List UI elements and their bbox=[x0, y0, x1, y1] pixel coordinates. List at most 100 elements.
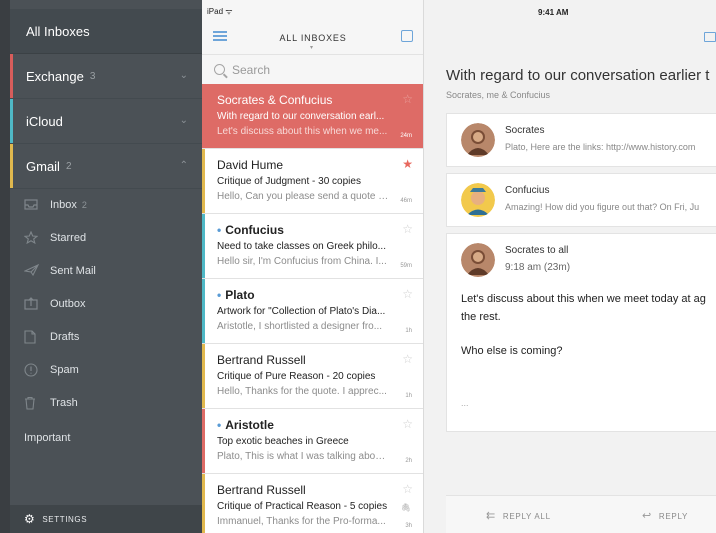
star-icon[interactable]: ☆ bbox=[402, 417, 413, 431]
account-color-tag bbox=[10, 144, 13, 188]
message-time: 24m bbox=[400, 133, 412, 139]
unread-dot-icon: • bbox=[217, 288, 222, 302]
compose-icon[interactable] bbox=[401, 30, 413, 42]
account-color-tag bbox=[202, 279, 205, 343]
reply-all-button[interactable]: ⇇ REPLY ALL bbox=[486, 509, 551, 522]
folder-label: Outbox bbox=[50, 297, 86, 310]
message-sender: • Confucius bbox=[217, 223, 410, 237]
search-field[interactable]: Search bbox=[202, 54, 423, 84]
settings-label: SETTINGS bbox=[42, 514, 88, 524]
reply-button[interactable]: ↩ REPLY bbox=[642, 509, 688, 522]
sidebar-item-all-inboxes[interactable]: All Inboxes bbox=[10, 9, 202, 54]
sidebar-item-sent-mail[interactable]: Sent Mail bbox=[10, 254, 202, 287]
reply-label: REPLY bbox=[658, 512, 689, 521]
message-subject: Need to take classes on Greek philo... bbox=[217, 241, 386, 252]
account-color-tag bbox=[10, 54, 13, 98]
paper-plane-icon bbox=[23, 263, 40, 278]
list-item[interactable]: • Plato Artwork for "Collection of Plato'… bbox=[202, 279, 423, 344]
message-sender: • Aristotle bbox=[217, 418, 410, 432]
star-icon[interactable]: ☆ bbox=[402, 352, 413, 366]
message-sender: Bertrand Russell bbox=[217, 483, 306, 497]
star-icon[interactable]: ☆ bbox=[402, 92, 413, 106]
list-item[interactable]: Bertrand Russell Critique of Practical R… bbox=[202, 474, 423, 533]
settings-button[interactable]: ⚙ SETTINGS bbox=[10, 505, 202, 533]
body-line: Who else is coming? bbox=[461, 345, 563, 357]
folder-label: Inbox bbox=[50, 198, 77, 211]
message-subject: Critique of Practical Reason - 5 copies bbox=[217, 501, 388, 512]
avatar bbox=[461, 123, 495, 157]
thread-participants: Socrates, me & Confucius bbox=[446, 90, 551, 100]
chevron-down-icon[interactable]: ⌄ bbox=[180, 115, 188, 126]
list-item[interactable]: Socrates & Confucius With regard to our … bbox=[202, 84, 423, 149]
account-color-tag bbox=[202, 84, 205, 148]
sidebar-item-starred[interactable]: Starred bbox=[10, 221, 202, 254]
list-item[interactable]: David Hume Critique of Judgment - 30 cop… bbox=[202, 149, 423, 214]
message-sender: Socrates bbox=[505, 125, 545, 136]
star-icon[interactable]: ☆ bbox=[402, 287, 413, 301]
thread-message-collapsed[interactable]: Socrates Plato, Here are the links: http… bbox=[446, 113, 716, 167]
account-color-tag bbox=[202, 409, 205, 473]
status-bar-device: iPad ᯤ bbox=[207, 7, 233, 16]
sidebar-item-outbox[interactable]: Outbox bbox=[10, 287, 202, 320]
message-sender: Socrates & Confucius bbox=[217, 93, 333, 107]
starred-icon[interactable]: ★ bbox=[402, 157, 413, 171]
folder-label: Sent Mail bbox=[50, 264, 96, 277]
account-label: iCloud bbox=[26, 113, 63, 129]
account-label: Gmail bbox=[26, 158, 60, 174]
list-item[interactable]: • Aristotle Top exotic beaches in Greece … bbox=[202, 409, 423, 474]
sender-name: Plato bbox=[225, 288, 255, 302]
unread-count: 2 bbox=[65, 160, 72, 172]
unread-dot-icon: • bbox=[217, 223, 222, 237]
message-sender: David Hume bbox=[217, 158, 284, 172]
sidebar-item-trash[interactable]: Trash bbox=[10, 386, 202, 419]
message-subject: Top exotic beaches in Greece bbox=[217, 436, 349, 447]
star-icon[interactable]: ☆ bbox=[402, 482, 413, 496]
account-color-tag bbox=[202, 149, 205, 213]
folder-icon[interactable] bbox=[704, 32, 716, 42]
reply-icon: ↩ bbox=[642, 510, 652, 522]
account-label: Exchange bbox=[26, 68, 84, 84]
account-color-tag bbox=[202, 474, 205, 533]
message-snippet: Amazing! How did you figure out that? On… bbox=[505, 202, 700, 212]
folder-label: Starred bbox=[50, 231, 87, 244]
star-icon[interactable]: ☆ bbox=[402, 222, 413, 236]
sidebar-item-inbox[interactable]: Inbox 2 bbox=[10, 188, 202, 221]
message-preview: Aristotle, I shortlisted a designer fro.… bbox=[217, 321, 383, 332]
avatar bbox=[461, 243, 495, 277]
thread-message-collapsed[interactable]: Confucius Amazing! How did you figure ou… bbox=[446, 173, 716, 227]
message-sender: Bertrand Russell bbox=[217, 353, 306, 367]
message-time: 1h bbox=[405, 328, 412, 334]
folder-label: Spam bbox=[50, 363, 79, 376]
search-placeholder: Search bbox=[232, 62, 271, 77]
unread-dot-icon: • bbox=[217, 418, 222, 432]
sidebar-edge bbox=[0, 0, 10, 533]
message-preview: Let's discuss about this when we me... bbox=[217, 126, 388, 137]
sidebar-account-gmail[interactable]: Gmail 2 ⌃ bbox=[10, 144, 202, 189]
list-title[interactable]: ALL INBOXES bbox=[202, 33, 423, 43]
message-preview: Plato, This is what I was talking abou..… bbox=[217, 451, 389, 462]
sidebar-item-drafts[interactable]: Drafts bbox=[10, 320, 202, 353]
sidebar-item-important[interactable]: Important bbox=[10, 421, 202, 454]
account-color-tag bbox=[10, 99, 13, 143]
chevron-down-icon[interactable]: ⌄ bbox=[180, 70, 188, 81]
spam-icon bbox=[24, 362, 40, 377]
chevron-up-icon[interactable]: ⌃ bbox=[180, 160, 188, 171]
reply-all-label: REPLY ALL bbox=[502, 512, 551, 521]
message-subject: Artwork for "Collection of Plato's Dia..… bbox=[217, 306, 386, 317]
message-sender: Socrates to all bbox=[505, 245, 569, 256]
inbox-icon bbox=[24, 198, 40, 212]
search-icon bbox=[214, 64, 225, 75]
list-item[interactable]: Bertrand Russell Critique of Pure Reason… bbox=[202, 344, 423, 409]
show-trimmed-content[interactable]: ... bbox=[461, 398, 469, 408]
sidebar-account-exchange[interactable]: Exchange 3 ⌄ bbox=[10, 54, 202, 99]
list-item[interactable]: • Confucius Need to take classes on Greek… bbox=[202, 214, 423, 279]
message-time: 46m bbox=[400, 198, 412, 204]
message-time: 1h bbox=[405, 393, 412, 399]
message-list-panel: iPad ᯤ ALL INBOXES ▾ Search Socrates & C… bbox=[202, 0, 424, 533]
message-preview: Hello, Thanks for the quote. I apprec... bbox=[217, 386, 387, 397]
sidebar-item-spam[interactable]: Spam bbox=[10, 353, 202, 386]
message-subject: With regard to our conversation earl... bbox=[217, 111, 385, 122]
outbox-icon bbox=[24, 296, 40, 311]
message-time: 3h bbox=[405, 523, 412, 529]
sidebar-account-icloud[interactable]: iCloud ⌄ bbox=[10, 99, 202, 144]
